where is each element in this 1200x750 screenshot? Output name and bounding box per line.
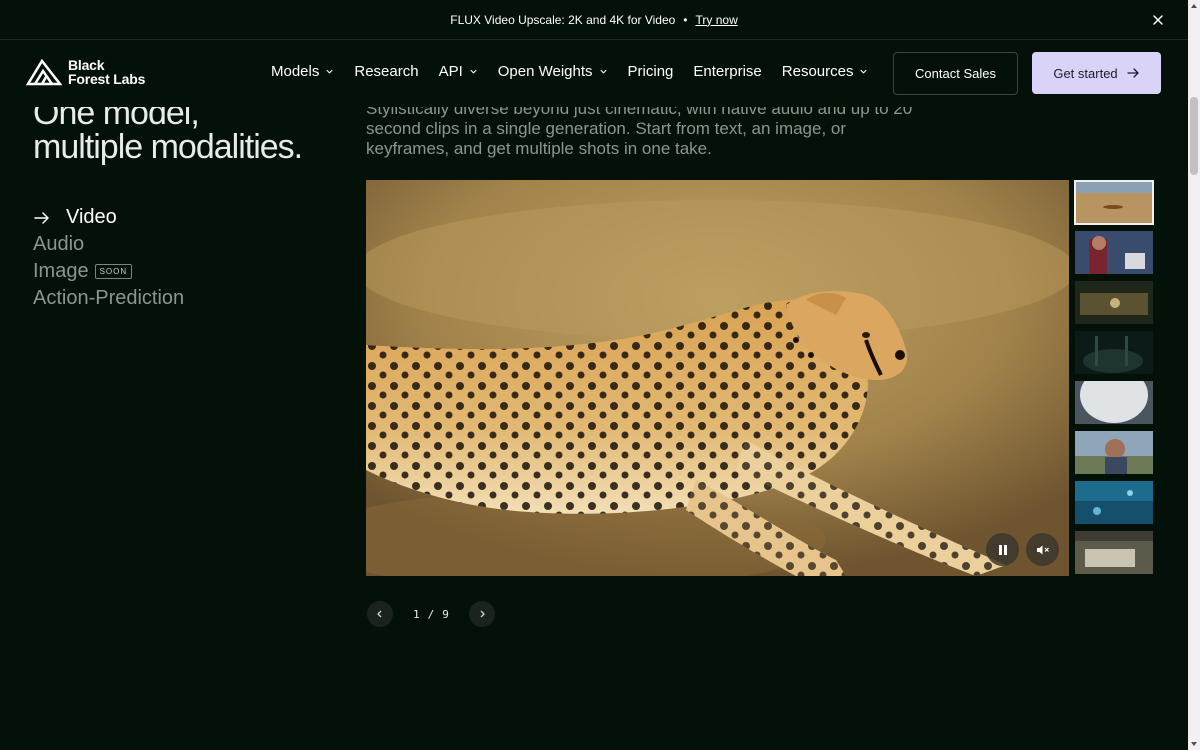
thumbnail-image bbox=[1075, 281, 1153, 324]
modality-label: Video bbox=[66, 206, 117, 228]
nav-item-pricing[interactable]: Pricing bbox=[628, 63, 674, 80]
chevron-left-icon bbox=[377, 610, 382, 618]
thumbnail-image bbox=[1075, 231, 1153, 274]
thumbnail-image bbox=[1075, 431, 1153, 474]
brand-name-line2: Forest Labs bbox=[68, 71, 146, 87]
announcement-separator: • bbox=[683, 12, 688, 27]
nav-item-label: Pricing bbox=[627, 63, 674, 80]
nav-item-label: Enterprise bbox=[693, 63, 762, 80]
total-pages: 9 bbox=[442, 607, 449, 621]
nav-item-label: Resources bbox=[781, 63, 854, 80]
brand-name: Black Forest Labs bbox=[68, 58, 145, 86]
thumbnail-7[interactable] bbox=[1075, 481, 1153, 524]
scroll-up-icon[interactable] bbox=[1190, 2, 1198, 10]
modality-description: Stylistically diverse beyond just cinema… bbox=[366, 99, 913, 158]
thumbnail-2[interactable] bbox=[1075, 231, 1153, 274]
next-button[interactable] bbox=[468, 601, 495, 627]
previous-button[interactable] bbox=[367, 601, 393, 627]
chevron-right-icon bbox=[480, 610, 485, 618]
modality-label: Image bbox=[33, 260, 89, 282]
pause-icon bbox=[998, 544, 1007, 555]
mute-button[interactable] bbox=[1026, 533, 1059, 566]
thumbnail-image bbox=[1075, 481, 1153, 524]
thumbnail-image bbox=[1075, 181, 1153, 224]
nav-item-open-weights[interactable]: Open Weights bbox=[498, 63, 608, 80]
scrollbar-thumb[interactable] bbox=[1190, 97, 1198, 175]
try-now-link[interactable]: Try now bbox=[696, 13, 738, 27]
modality-item-video[interactable]: Video bbox=[33, 204, 184, 231]
soon-badge: SOON bbox=[94, 264, 133, 279]
nav-item-models[interactable]: Models bbox=[271, 63, 334, 80]
main-nav: Black Forest Labs Models Research API Op… bbox=[0, 41, 1188, 107]
announcement-text: FLUX Video Upscale: 2K and 4K for Video bbox=[450, 12, 676, 27]
thumbnail-8[interactable] bbox=[1075, 531, 1153, 574]
nav-item-label: API bbox=[438, 63, 463, 80]
pause-button[interactable] bbox=[986, 533, 1019, 566]
cheetah-video-frame bbox=[366, 180, 1069, 576]
page-indicator: 1 / 9 bbox=[409, 608, 453, 621]
thumbnail-image bbox=[1075, 531, 1153, 574]
brand-logo[interactable]: Black Forest Labs bbox=[26, 58, 145, 86]
get-started-button[interactable]: Get started bbox=[1032, 52, 1161, 94]
video-pager: 1 / 9 bbox=[367, 601, 495, 627]
modality-item-audio[interactable]: Audio bbox=[33, 231, 184, 258]
modality-label: Audio bbox=[33, 233, 85, 255]
nav-item-label: Models bbox=[271, 63, 320, 80]
current-page: 1 bbox=[413, 607, 420, 621]
chevron-down-icon bbox=[326, 69, 333, 74]
contact-sales-button[interactable]: Contact Sales bbox=[893, 52, 1018, 95]
page-separator: / bbox=[427, 607, 435, 621]
video-thumbnails bbox=[1074, 180, 1154, 581]
thumbnail-3[interactable] bbox=[1075, 281, 1153, 324]
thumbnail-4[interactable] bbox=[1075, 331, 1153, 374]
chevron-down-icon bbox=[599, 69, 607, 74]
video-player[interactable] bbox=[366, 180, 1069, 576]
nav-item-label: Open Weights bbox=[497, 63, 593, 80]
close-icon[interactable] bbox=[1150, 12, 1166, 28]
modality-item-action-prediction[interactable]: Action-Prediction bbox=[33, 285, 184, 312]
scroll-down-icon[interactable] bbox=[1190, 740, 1198, 748]
thumbnail-5[interactable] bbox=[1075, 381, 1153, 424]
thumbnail-1[interactable] bbox=[1074, 180, 1154, 225]
brand-name-line1: Black bbox=[68, 57, 105, 73]
modality-list: Video Audio Image SOON Action-Prediction bbox=[33, 204, 184, 312]
arrow-right-icon bbox=[1127, 68, 1139, 78]
speaker-muted-icon bbox=[1036, 545, 1049, 554]
thumbnail-6[interactable] bbox=[1075, 431, 1153, 474]
nav-links: Models Research API Open Weights Pricing… bbox=[271, 63, 888, 80]
nav-item-api[interactable]: API bbox=[439, 63, 478, 80]
modality-label: Action-Prediction bbox=[33, 287, 185, 309]
headline-line2: multiple modalities. bbox=[33, 128, 303, 166]
logo-mark-icon bbox=[26, 58, 62, 86]
chevron-down-icon bbox=[470, 69, 477, 74]
modality-item-image[interactable]: Image SOON bbox=[33, 258, 184, 285]
nav-item-label: Research bbox=[354, 63, 419, 80]
nav-item-enterprise[interactable]: Enterprise bbox=[693, 63, 761, 80]
announcement-bar: FLUX Video Upscale: 2K and 4K for Video … bbox=[0, 0, 1188, 40]
nav-item-research[interactable]: Research bbox=[354, 63, 418, 80]
arrow-right-icon bbox=[34, 211, 49, 224]
page-scrollbar[interactable] bbox=[1188, 0, 1200, 750]
thumbnail-image bbox=[1075, 331, 1153, 374]
nav-item-resources[interactable]: Resources bbox=[782, 63, 869, 80]
thumbnail-image bbox=[1075, 381, 1153, 424]
chevron-down-icon bbox=[860, 69, 868, 74]
get-started-label: Get started bbox=[1053, 65, 1118, 81]
